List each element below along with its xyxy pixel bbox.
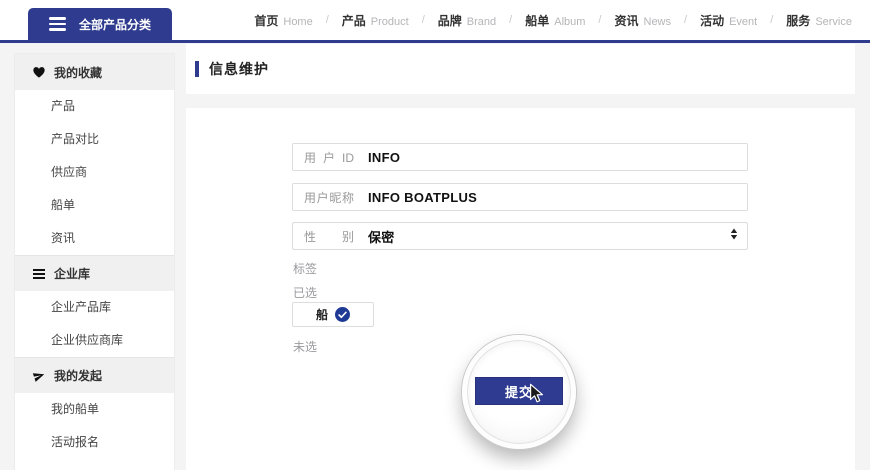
nav-label-en: Album [554,16,585,28]
all-categories-button[interactable]: 全部产品分类 [28,8,172,40]
tags-selected-label: 已选 [293,285,317,301]
nav-label-zh: 资讯 [614,12,638,29]
nav-item-home[interactable]: 首页 Home [254,12,312,29]
title-band: 信息维护 [186,44,855,94]
user-id-label: 用户ID [304,149,354,166]
nav-separator: / [770,14,773,26]
sidebar-item-enterprise-suppliers[interactable]: 企业供应商库 [15,324,174,357]
sidebar-item-products[interactable]: 产品 [15,90,174,123]
sidebar-section-my-initiatives[interactable]: 我的发起 [15,357,174,393]
nav-label-zh: 首页 [254,12,278,29]
gender-select[interactable]: 性别 保密 [292,222,748,250]
sidebar-section-label: 我的收藏 [54,64,102,81]
nav-label-en: News [644,16,672,28]
sidebar-section-enterprise[interactable]: 企业库 [15,255,174,291]
hamburger-icon [49,17,66,31]
nav-label-zh: 产品 [342,12,366,29]
screen: 全部产品分类 首页 Home / 产品 Product / 品牌 Brand /… [0,0,870,470]
submit-button[interactable]: 提交 [475,377,563,405]
nickname-field[interactable]: 用户昵称 INFO BOATPLUS [292,183,748,211]
list-icon [33,268,45,280]
sidebar-item-boat-list[interactable]: 船单 [15,189,174,222]
sidebar-item-suppliers[interactable]: 供应商 [15,156,174,189]
nav-separator: / [684,14,687,26]
user-id-value: INFO [368,150,400,165]
page-title: 信息维护 [209,59,269,79]
nav-separator: / [509,14,512,26]
nickname-label: 用户昵称 [304,189,354,206]
check-circle-icon [335,307,350,322]
sidebar-item-enterprise-products[interactable]: 企业产品库 [15,291,174,324]
nav-label-en: Service [815,16,852,28]
tags-group-label: 标签 [293,261,317,277]
nav-item-brand[interactable]: 品牌 Brand [438,12,496,29]
form-panel: 用户ID INFO 用户昵称 INFO BOATPLUS 性别 保密 标签 已选… [186,108,855,470]
nav-label-en: Event [729,16,757,28]
nav-label-zh: 品牌 [438,12,462,29]
heart-icon [33,66,45,78]
nav-item-album[interactable]: 船单 Album [525,12,585,29]
sidebar-item-product-compare[interactable]: 产品对比 [15,123,174,156]
sidebar-item-my-boat-list[interactable]: 我的船单 [15,393,174,426]
user-id-field[interactable]: 用户ID INFO [292,143,748,171]
tag-chip-boat[interactable]: 船 [292,302,374,327]
select-spinner-icon [730,227,738,245]
header: 全部产品分类 首页 Home / 产品 Product / 品牌 Brand /… [0,0,870,43]
nav-label-en: Brand [467,16,496,28]
gender-value: 保密 [368,227,395,246]
nav-item-news[interactable]: 资讯 News [614,12,671,29]
tag-chip-label: 船 [316,306,328,323]
nav-label-en: Product [371,16,409,28]
nav-separator: / [326,14,329,26]
nav-separator: / [422,14,425,26]
sidebar-section-favorites[interactable]: 我的收藏 [15,54,174,90]
nav-item-service[interactable]: 服务 Service [786,12,852,29]
nickname-value: INFO BOATPLUS [368,190,477,205]
nav-label-zh: 船单 [525,12,549,29]
nav-label-zh: 活动 [700,12,724,29]
sidebar-section-label: 我的发起 [54,367,102,384]
mouse-cursor-icon [526,382,548,404]
nav-item-event[interactable]: 活动 Event [700,12,757,29]
nav-label-zh: 服务 [786,12,810,29]
send-icon [33,370,45,382]
nav-item-product[interactable]: 产品 Product [342,12,409,29]
sidebar-item-news[interactable]: 资讯 [15,222,174,255]
sidebar-item-event-signup[interactable]: 活动报名 [15,426,174,459]
nav-label-en: Home [283,16,312,28]
gender-label: 性别 [304,228,354,245]
sidebar: 我的收藏 产品 产品对比 供应商 船单 资讯 企业库 企业产品库 企业供应商库 … [14,53,175,470]
all-categories-label: 全部产品分类 [79,16,151,33]
sidebar-section-label: 企业库 [54,265,90,282]
tags-unselected-label: 未选 [293,339,317,355]
nav-separator: / [598,14,601,26]
top-nav: 首页 Home / 产品 Product / 品牌 Brand / 船单 Alb… [254,0,852,40]
title-accent-bar [195,61,199,77]
